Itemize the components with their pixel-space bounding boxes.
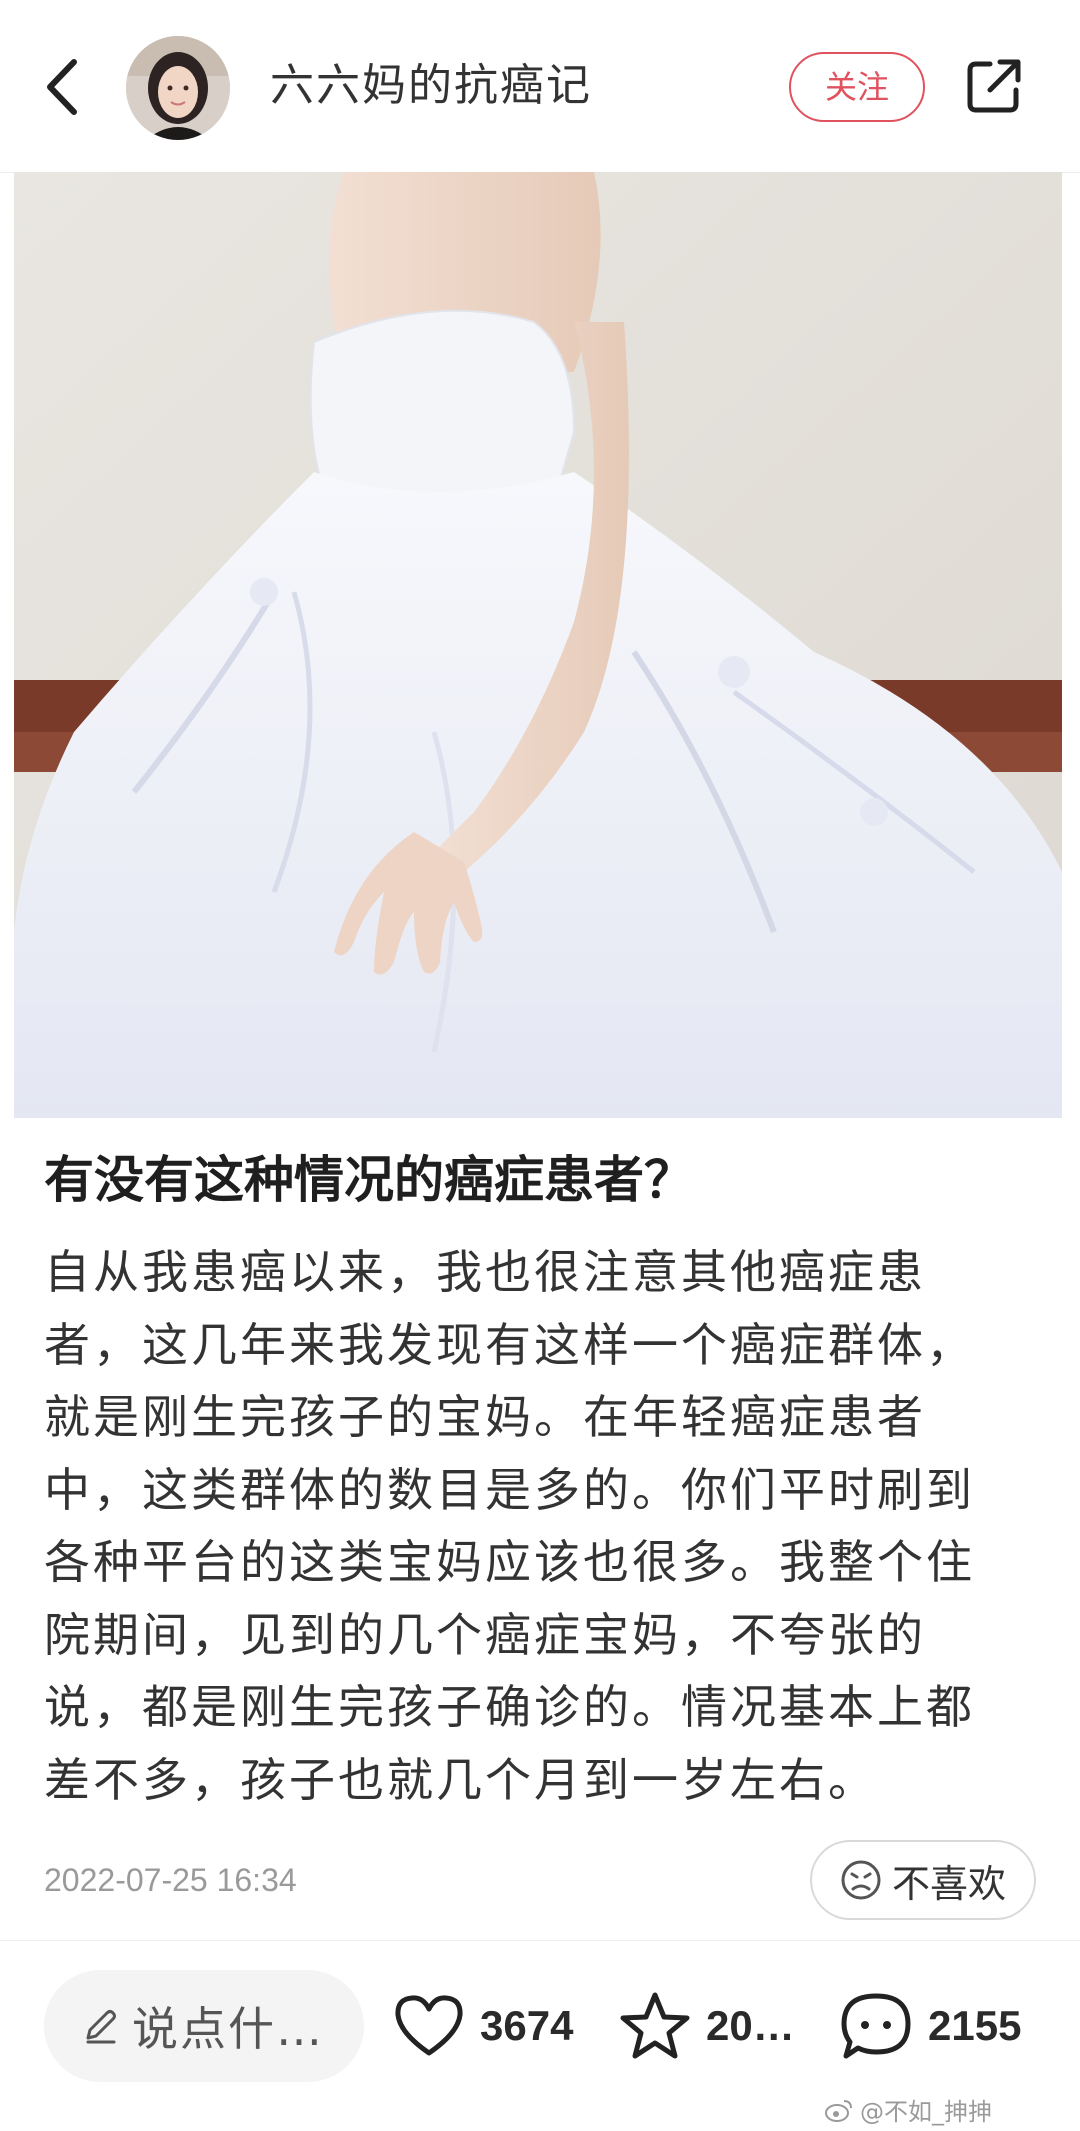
author-name[interactable]: 六六妈的抗癌记: [270, 58, 592, 114]
post-timestamp: 2022-07-25 16:34: [44, 1862, 297, 1898]
post-body-line: 差不多，孩子也就几个月到一岁左右。: [44, 1752, 877, 1807]
post-body-line: 说，都是刚生完孩子确诊的。情况基本上都: [44, 1680, 975, 1734]
author-avatar[interactable]: [126, 36, 230, 140]
favorite-count: 20…: [706, 2002, 795, 2049]
comment-input[interactable]: 说点什…: [44, 1970, 364, 2082]
watermark: @不如_抻抻: [824, 2092, 992, 2127]
comment-button[interactable]: 2155: [838, 1978, 1021, 2074]
post-title: 有没有这种情况的癌症患者？: [44, 1151, 694, 1209]
comment-count: 2155: [928, 2002, 1022, 2049]
favorite-button[interactable]: 20…: [618, 1978, 795, 2074]
star-icon: [620, 1992, 690, 2059]
bottom-action-bar: 说点什… 3674 20… 2155: [0, 1958, 1080, 2098]
dislike-label: 不喜欢: [891, 1861, 1006, 1906]
follow-button[interactable]: 关注: [789, 52, 925, 122]
like-count: 3674: [480, 2002, 574, 2049]
top-nav-bar: 六六妈的抗癌记 关注: [0, 0, 1080, 173]
post-photo[interactable]: [14, 172, 1062, 1118]
post-body: 自从我患癌以来，我也很注意其他癌症患 者，这几年来我发现有这样一个癌症群体， 就…: [44, 1236, 1044, 1816]
post-body-line: 各种平台的这类宝妈应该也很多。我整个住: [44, 1535, 975, 1589]
post-body-line: 者，这几年来我发现有这样一个癌症群体，: [44, 1317, 975, 1372]
divider: [0, 1940, 1080, 1941]
back-button[interactable]: [40, 52, 88, 122]
comment-placeholder: 说点什…: [132, 2002, 324, 2056]
chat-bubble-icon: [841, 1993, 911, 2059]
post-body-line: 自从我患癌以来，我也很注意其他癌症患: [44, 1245, 926, 1299]
watermark-text: @不如_抻抻: [860, 2098, 992, 2126]
share-icon: [967, 59, 1021, 113]
post-body-line: 就是刚生完孩子的宝妈。在年轻癌症患者: [44, 1390, 926, 1444]
heart-icon: [395, 1995, 463, 2056]
pencil-icon: [86, 2010, 116, 2044]
post-body-line: 院期间，见到的几个癌症宝妈，不夸张的: [44, 1607, 926, 1662]
post-body-line: 中，这类群体的数目是多的。你们平时刷到: [44, 1462, 975, 1517]
sad-face-icon: [841, 1860, 881, 1900]
chevron-left-icon: [47, 59, 77, 115]
weibo-icon: [825, 2099, 852, 2122]
like-button[interactable]: 3674: [392, 1978, 573, 2074]
share-button[interactable]: [962, 54, 1026, 118]
dislike-button[interactable]: 不喜欢: [810, 1840, 1036, 1920]
